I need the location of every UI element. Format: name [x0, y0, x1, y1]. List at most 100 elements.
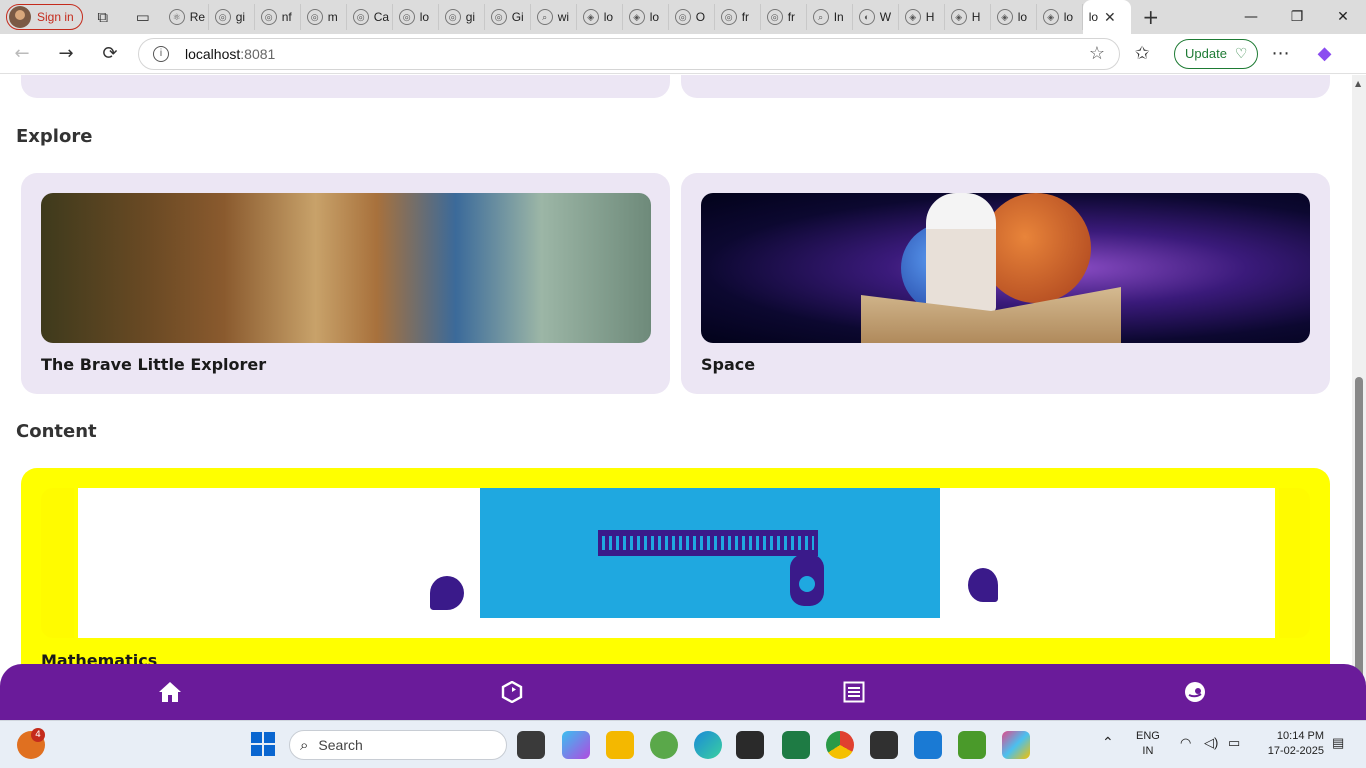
clock-time: 10:14 PM	[1276, 730, 1324, 742]
sticky-notes-icon[interactable]	[736, 731, 764, 759]
more-menu-icon[interactable]: ⋯	[1258, 34, 1302, 74]
home-icon[interactable]	[158, 680, 182, 704]
tab-label: lo	[603, 10, 614, 24]
favorites-icon[interactable]: ✩	[1120, 34, 1164, 74]
chevron-up-icon[interactable]: ⌃	[1102, 735, 1114, 750]
tab-1[interactable]: ◎ gi	[209, 4, 255, 30]
previous-card-right[interactable]	[681, 75, 1330, 98]
bottom-navigation	[0, 664, 1366, 720]
tab-13[interactable]: ◎ fr	[761, 4, 807, 30]
list-icon[interactable]	[842, 680, 866, 704]
previous-card-left[interactable]	[21, 75, 670, 98]
forward-button[interactable]: →	[44, 34, 88, 74]
favorite-star-icon[interactable]: ☆	[1089, 43, 1105, 64]
tab-12[interactable]: ◎ fr	[715, 4, 761, 30]
taskbar-search-input[interactable]: ⌕ Search	[289, 730, 507, 760]
refresh-button[interactable]: ⟳	[88, 34, 132, 74]
tab-14[interactable]: ⌕ In	[807, 4, 853, 30]
planet-mars-shape	[981, 193, 1091, 303]
signin-label: Sign in	[37, 10, 74, 24]
tab-18[interactable]: ◈ lo	[991, 4, 1037, 30]
update-label: Update	[1185, 46, 1227, 61]
tab-19[interactable]: ◈ lo	[1037, 4, 1083, 30]
globe-icon: ◎	[352, 9, 369, 25]
signin-button[interactable]: Sign in	[6, 4, 83, 30]
tab-label: gi	[235, 10, 246, 24]
clock-date: 17-02-2025	[1267, 745, 1324, 757]
url-input[interactable]: i localhost:8081 ☆	[138, 37, 1120, 70]
content-heading: Content	[16, 421, 97, 442]
tab-5[interactable]: ◎ lo	[393, 4, 439, 30]
minimize-icon[interactable]: —	[1228, 9, 1274, 25]
tab-16[interactable]: ◈ H	[899, 4, 945, 30]
chrome-icon[interactable]	[826, 731, 854, 759]
explore-card-space[interactable]: Space	[681, 173, 1330, 394]
math-image-canvas	[74, 488, 1279, 638]
tab-4[interactable]: ◎ Ca	[347, 4, 393, 30]
clock[interactable]: 10:14 PM 17-02-2025	[1258, 729, 1324, 759]
language-indicator[interactable]: ENG IN	[1136, 729, 1160, 759]
tab-17[interactable]: ◈ H	[945, 4, 991, 30]
tab-label: lo	[419, 10, 430, 24]
tab-label: gi	[465, 10, 476, 24]
volume-icon[interactable]: ◁)	[1204, 735, 1218, 750]
close-tab-icon[interactable]: ✕	[1104, 9, 1116, 26]
explorer-image	[41, 193, 651, 343]
tab-15[interactable]: ◐ W	[853, 4, 899, 30]
tab-label: H	[971, 10, 981, 24]
tab-actions-icon[interactable]: ▭	[123, 0, 163, 34]
tab-11[interactable]: ◎ O	[669, 4, 715, 30]
language-line1: ENG	[1136, 730, 1160, 742]
notification-icon[interactable]: ▤	[1332, 735, 1344, 750]
windows-taskbar: 4 ⌕ Search ⌃ ENG IN ◠ ◁) ▭ 10:14 PM 17-0…	[0, 720, 1366, 768]
restore-icon[interactable]: ❐	[1274, 9, 1320, 25]
tab-label: lo	[649, 10, 660, 24]
globe-icon: ◎	[720, 9, 737, 25]
tab-9[interactable]: ◈ lo	[577, 4, 623, 30]
app-icon[interactable]	[1002, 731, 1030, 759]
mathematics-image	[41, 488, 1310, 638]
tab-2[interactable]: ◎ nf	[255, 4, 301, 30]
page-scrollbar[interactable]: ▲	[1352, 75, 1366, 720]
globe-icon: ◎	[306, 9, 323, 25]
workspaces-icon[interactable]: ⧉	[83, 0, 123, 34]
scroll-up-arrow-icon[interactable]: ▲	[1355, 79, 1361, 88]
battery-icon[interactable]: ▭	[1228, 735, 1240, 750]
copilot-icon[interactable]: ◆	[1302, 34, 1346, 74]
tab-label: fr	[787, 10, 796, 24]
wifi-icon[interactable]: ◠	[1180, 735, 1191, 750]
url-port: :8081	[240, 45, 276, 62]
tab-3[interactable]: ◎ m	[301, 4, 347, 30]
copilot-taskbar-icon[interactable]	[562, 731, 590, 759]
scrollbar-thumb[interactable]	[1355, 377, 1363, 717]
tab-7[interactable]: ◎ Gi	[485, 4, 531, 30]
back-button[interactable]: ←	[0, 34, 44, 74]
tab-label: Gi	[511, 10, 524, 24]
tab-label: nf	[281, 10, 292, 24]
start-icon[interactable]	[250, 731, 278, 759]
tab-0[interactable]: ⚛ Re	[163, 4, 209, 30]
terminal-icon[interactable]	[870, 731, 898, 759]
tab-label: In	[833, 10, 844, 24]
new-tab-button[interactable]: +	[1131, 5, 1171, 29]
update-button[interactable]: Update ♡	[1174, 38, 1259, 69]
globe-icon: ◎	[674, 9, 691, 25]
excel-icon[interactable]	[782, 731, 810, 759]
face-icon[interactable]	[1183, 680, 1207, 704]
site-info-icon[interactable]: i	[153, 45, 169, 62]
explore-card-explorer[interactable]: The Brave Little Explorer	[21, 173, 670, 394]
tab-6[interactable]: ◎ gi	[439, 4, 485, 30]
tab-10[interactable]: ◈ lo	[623, 4, 669, 30]
task-view-icon[interactable]	[517, 731, 545, 759]
edge-icon[interactable]	[694, 731, 722, 759]
app-icon[interactable]	[650, 731, 678, 759]
app-icon: ◈	[996, 9, 1013, 25]
file-explorer-icon[interactable]	[606, 731, 634, 759]
cube-icon[interactable]	[500, 680, 524, 704]
chart-app-icon[interactable]	[958, 731, 986, 759]
close-window-icon[interactable]: ✕	[1320, 9, 1366, 25]
tab-active[interactable]: lo ✕	[1082, 0, 1131, 34]
tab-8[interactable]: ⌕ wi	[531, 4, 577, 30]
tab-label: O	[695, 10, 706, 24]
vscode-icon[interactable]	[914, 731, 942, 759]
